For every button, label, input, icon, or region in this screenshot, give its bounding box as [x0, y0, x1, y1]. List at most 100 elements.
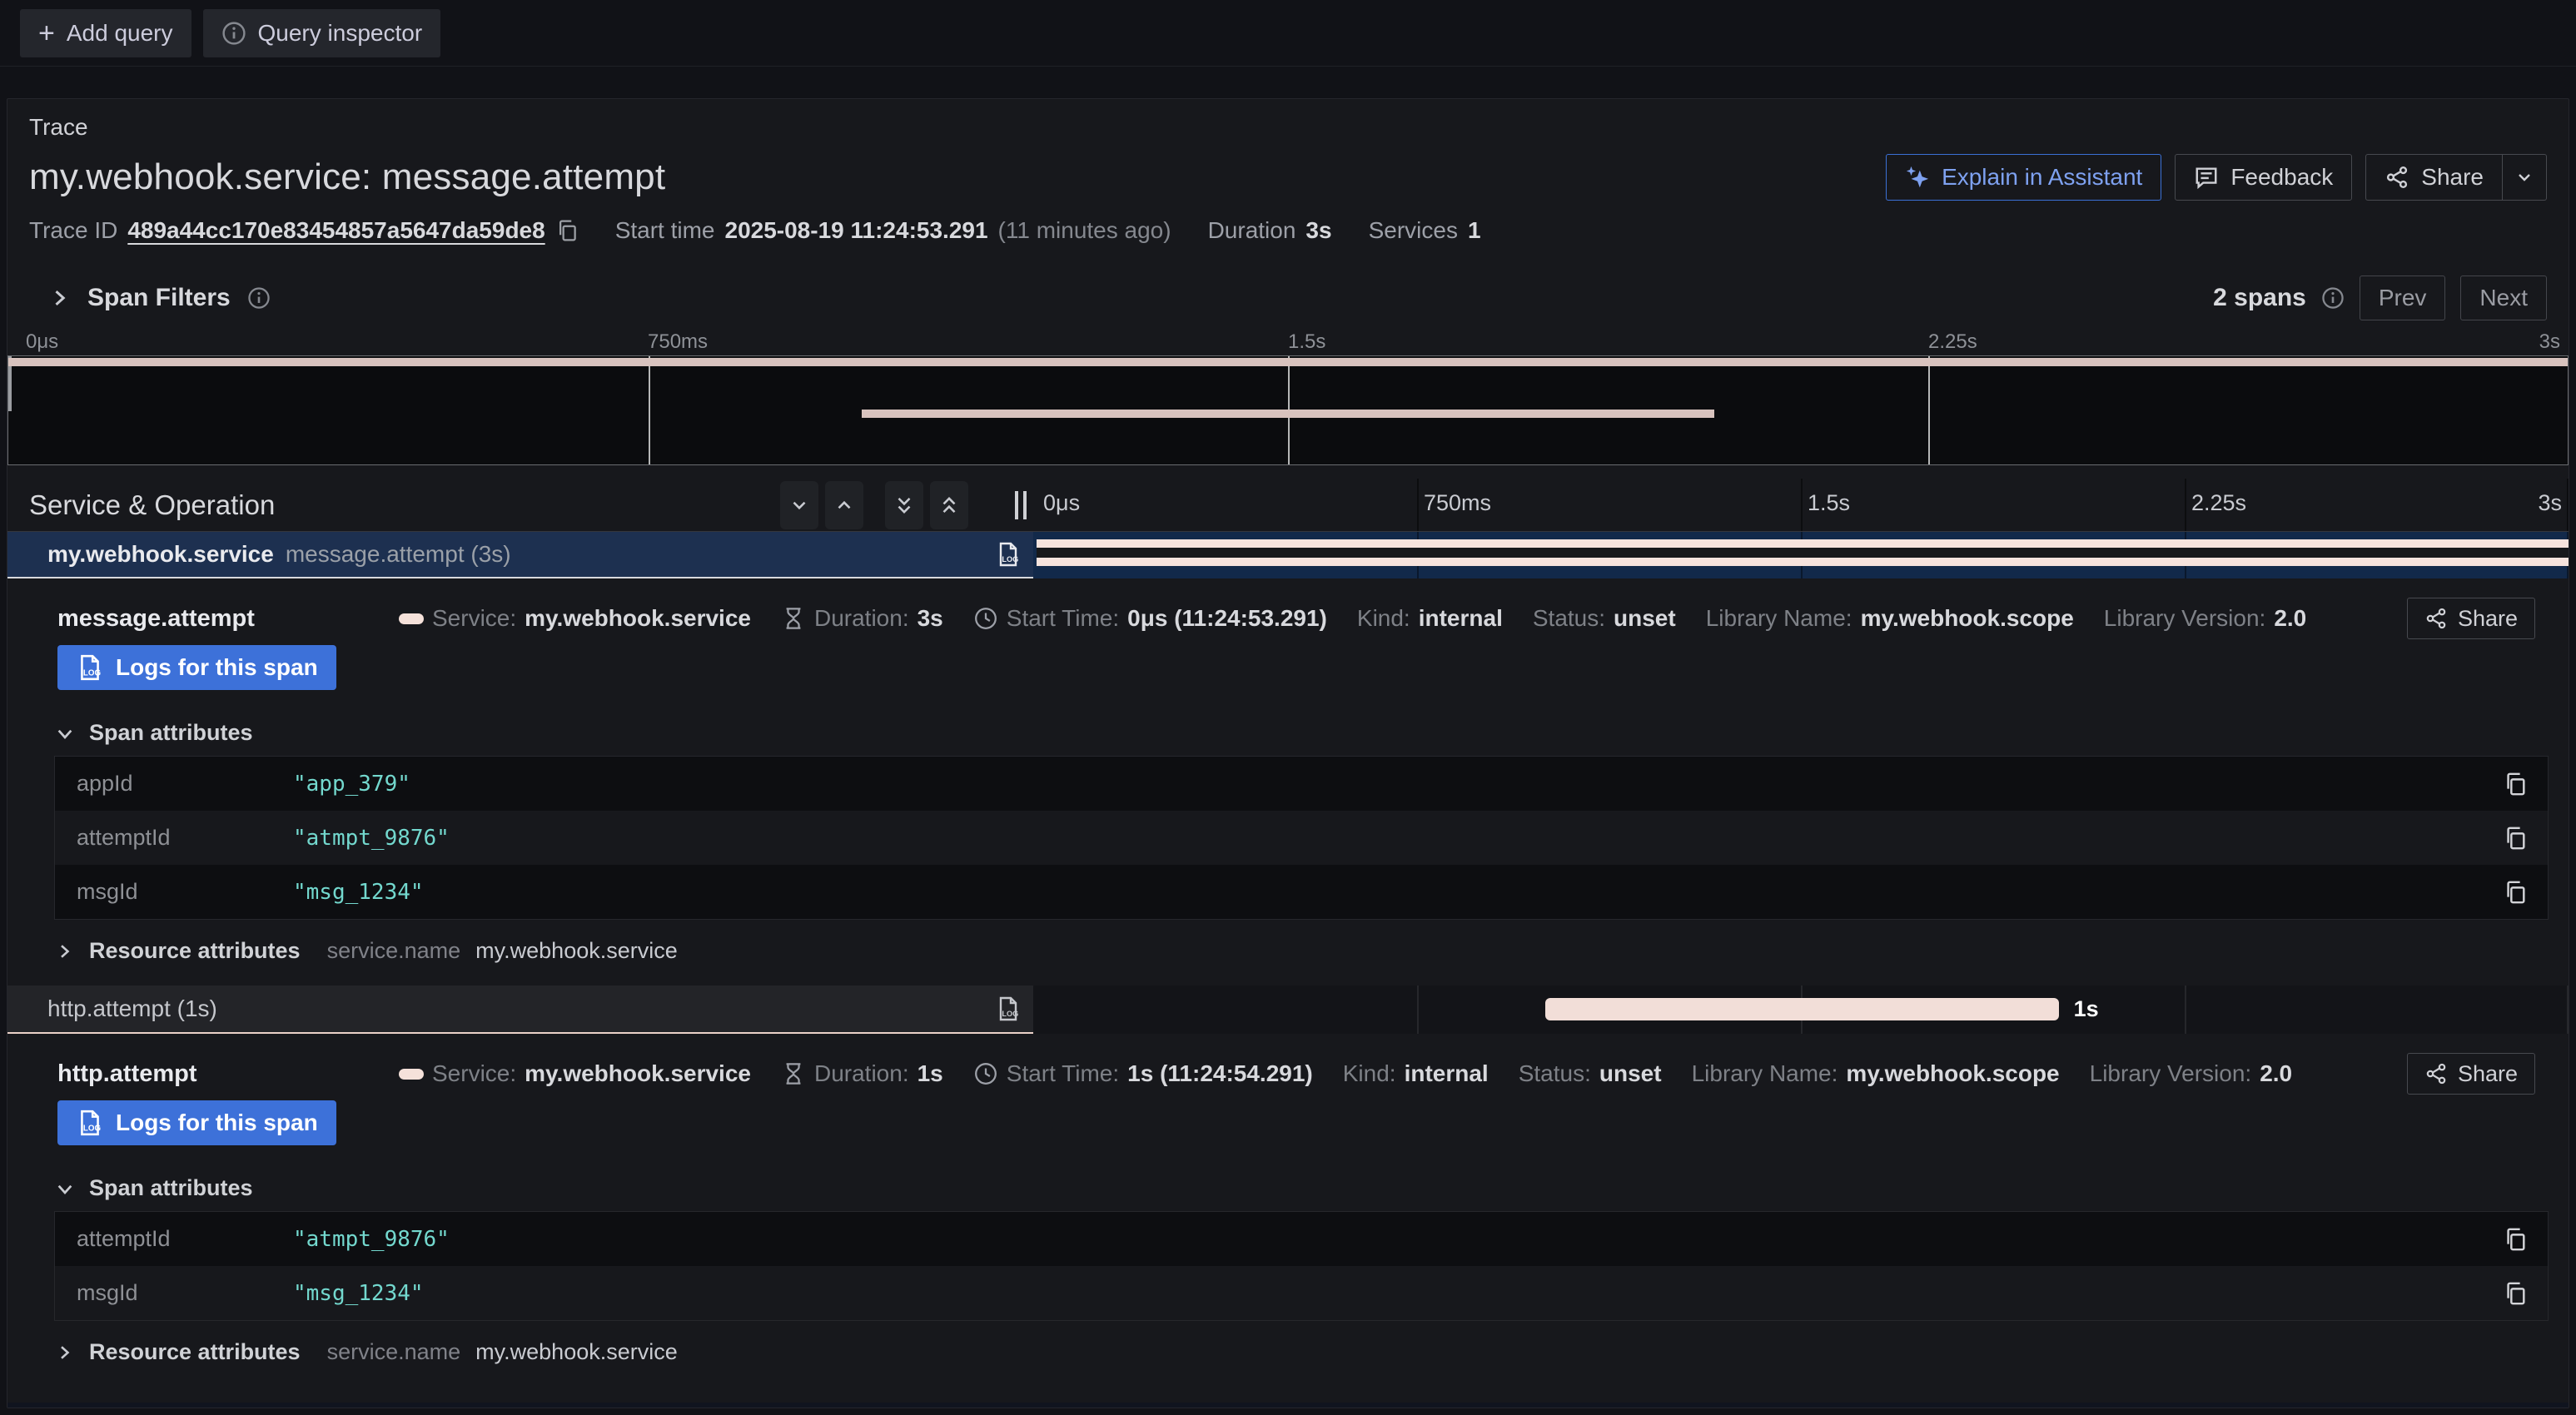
chevron-down-icon [788, 494, 810, 516]
attribute-value: "msg_1234" [293, 880, 424, 905]
span-filters-toggle[interactable]: Span Filters [29, 284, 271, 312]
attribute-row: msgId "msg_1234" [55, 865, 2548, 919]
kind-label: Kind: [1357, 605, 1410, 632]
start-time-label: Start Time: [1007, 1060, 1119, 1087]
start-time-label: Start Time: [1007, 605, 1119, 632]
kind-label: Kind: [1343, 1060, 1396, 1087]
timeline-tick: 2.25s [2191, 490, 2246, 516]
span-row-message-attempt[interactable]: my.webhook.service message.attempt (3s) … [7, 532, 2569, 578]
library-version-value: 2.0 [2274, 605, 2306, 632]
share-button[interactable]: Share [2365, 154, 2503, 201]
info-circle-icon[interactable] [2321, 286, 2345, 310]
trace-id-value[interactable]: 489a44cc170e83454857a5647da59de8 [127, 217, 545, 244]
attribute-row: appId "app_379" [55, 757, 2548, 811]
span-row-http-attempt[interactable]: http.attempt (1s) LOG 1s [7, 986, 2569, 1034]
attribute-value: "app_379" [293, 772, 410, 797]
resource-attributes-toggle[interactable]: Resource attributes service.name my.webh… [54, 938, 2569, 964]
chevron-right-icon [54, 941, 74, 961]
copy-icon [2503, 772, 2528, 797]
share-label: Share [2458, 1061, 2518, 1087]
span-bar-http-attempt[interactable] [1545, 998, 2060, 1020]
copy-attribute-button[interactable] [2503, 826, 2528, 851]
library-version-value: 2.0 [2260, 1060, 2292, 1087]
collapse-one-button[interactable] [780, 481, 818, 529]
attribute-value: "atmpt_9876" [293, 1227, 450, 1252]
double-chevron-down-icon [893, 494, 915, 516]
collapse-all-button[interactable] [885, 481, 923, 529]
query-inspector-button[interactable]: Query inspector [203, 9, 441, 57]
copy-trace-id-button[interactable] [555, 219, 579, 242]
minimap-gridline [649, 356, 650, 464]
start-time-value: 2025-08-19 11:24:53.291 [725, 217, 988, 244]
chevron-down-icon [2514, 167, 2534, 187]
span-attributes-table: appId "app_379" attemptId "atmpt_9876" m… [54, 756, 2549, 920]
span-service-name: my.webhook.service [47, 541, 274, 568]
chevron-right-icon [47, 286, 71, 310]
minimap-tick: 0μs [26, 330, 58, 354]
share-split-button: Share [2365, 154, 2547, 201]
add-query-button[interactable]: + Add query [20, 9, 191, 57]
logs-for-span-button[interactable]: LOG Logs for this span [57, 645, 336, 690]
service-color-swatch [399, 1069, 424, 1080]
duration-value: 1s [918, 1060, 943, 1087]
span-attributes-table: attemptId "atmpt_9876" msgId "msg_1234" [54, 1211, 2549, 1321]
feedback-button[interactable]: Feedback [2175, 154, 2352, 201]
logs-for-span-button[interactable]: LOG Logs for this span [57, 1100, 336, 1145]
info-circle-icon[interactable] [247, 286, 271, 310]
timeline-axis: 0μs 750ms 1.5s 2.25s 3s [1033, 479, 2569, 531]
next-span-button[interactable]: Next [2460, 276, 2547, 320]
plus-icon: + [38, 19, 55, 47]
prev-span-button[interactable]: Prev [2360, 276, 2446, 320]
duration-label: Duration [1208, 217, 1296, 244]
trace-panel: Trace my.webhook.service: message.attemp… [7, 98, 2569, 1408]
start-time-value: 0μs (11:24:53.291) [1127, 605, 1327, 632]
expand-one-button[interactable] [825, 481, 863, 529]
status-label: Status: [1519, 1060, 1591, 1087]
copy-attribute-button[interactable] [2503, 1281, 2528, 1306]
services-count: 1 [1468, 217, 1481, 244]
start-time-value: 1s (11:24:54.291) [1127, 1060, 1313, 1087]
span-attributes-title: Span attributes [89, 720, 253, 746]
explain-in-assistant-button[interactable]: Explain in Assistant [1886, 154, 2161, 201]
share-label: Share [2421, 164, 2484, 191]
resource-attributes-title: Resource attributes [89, 1339, 301, 1365]
copy-attribute-button[interactable] [2503, 880, 2528, 905]
span-attributes-toggle[interactable]: Span attributes [54, 720, 2569, 746]
span-logs-button[interactable]: LOG [995, 541, 1022, 568]
resource-key: service.name [327, 938, 461, 964]
column-resize-handle[interactable] [1015, 491, 1027, 519]
span-share-button[interactable]: Share [2407, 598, 2535, 639]
svg-text:LOG: LOG [83, 1125, 101, 1134]
log-document-icon: LOG [76, 1109, 104, 1137]
clock-icon [973, 606, 998, 631]
span-operation-name: message.attempt (3s) [286, 541, 511, 568]
resource-key: service.name [327, 1339, 461, 1365]
feedback-label: Feedback [2230, 164, 2333, 191]
kind-value: internal [1419, 605, 1503, 632]
span-share-button[interactable]: Share [2407, 1053, 2535, 1095]
span-detail-message-attempt: message.attempt Service: my.webhook.serv… [7, 578, 2569, 964]
library-name-label: Library Name: [1706, 605, 1852, 632]
attribute-row: msgId "msg_1234" [55, 1266, 2548, 1320]
copy-icon [2503, 880, 2528, 905]
expand-all-button[interactable] [930, 481, 968, 529]
trace-minimap[interactable] [7, 355, 2569, 465]
minimap-ticks: 0μs 750ms 1.5s 2.25s 3s [7, 329, 2569, 355]
resource-attributes-toggle[interactable]: Resource attributes service.name my.webh… [54, 1339, 2569, 1365]
copy-attribute-button[interactable] [2503, 1227, 2528, 1252]
timeline-tick: 3s [2538, 490, 2562, 516]
attribute-key: msgId [77, 879, 293, 905]
chevron-right-icon [54, 1343, 74, 1363]
minimap-gridline [1928, 356, 1930, 464]
copy-attribute-button[interactable] [2503, 772, 2528, 797]
span-attributes-toggle[interactable]: Span attributes [54, 1175, 2569, 1201]
hourglass-icon [781, 606, 806, 631]
share-dropdown-button[interactable] [2503, 154, 2547, 201]
span-bar-message-attempt[interactable] [1037, 539, 2569, 566]
query-toolbar: + Add query Query inspector [0, 0, 2576, 67]
span-logs-button[interactable]: LOG [995, 995, 1022, 1022]
logs-button-label: Logs for this span [116, 1110, 318, 1136]
header-actions: Explain in Assistant Feedback Share [1886, 154, 2547, 201]
hourglass-icon [781, 1061, 806, 1086]
copy-icon [555, 219, 579, 242]
